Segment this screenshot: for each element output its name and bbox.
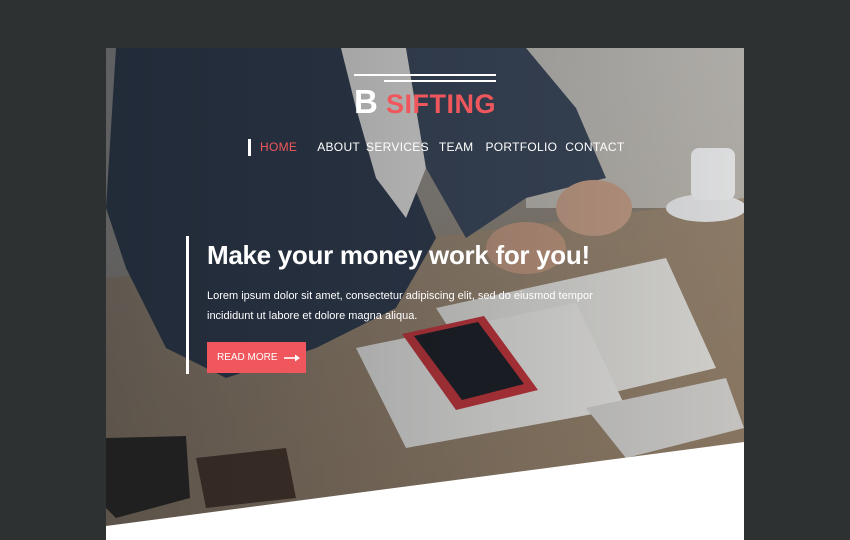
hero-vertical-rule bbox=[186, 236, 189, 374]
read-more-button[interactable]: READ MORE bbox=[207, 342, 306, 373]
logo-wordmark: SIFTING bbox=[386, 89, 496, 119]
main-nav: HOME ABOUT SERVICES TEAM PORTFOLIO CONTA… bbox=[248, 138, 625, 156]
site-logo[interactable]: B SIFTING bbox=[354, 74, 498, 120]
nav-active-marker bbox=[248, 138, 251, 156]
logo-top-bar bbox=[354, 74, 496, 76]
hero-section: B SIFTING HOME ABOUT SERVICES TEAM PORTF… bbox=[106, 48, 744, 540]
nav-item-team[interactable]: TEAM bbox=[439, 140, 474, 154]
logo-letter: B bbox=[354, 83, 378, 120]
logo-second-bar bbox=[384, 80, 496, 82]
read-more-label: READ MORE bbox=[217, 352, 278, 363]
nav-item-services[interactable]: SERVICES bbox=[366, 140, 429, 154]
nav-item-home[interactable]: HOME bbox=[260, 140, 297, 154]
arrow-right-icon bbox=[283, 354, 300, 361]
hero-content: Make your money work for you! Lorem ipsu… bbox=[186, 236, 626, 374]
nav-item-portfolio[interactable]: PORTFOLIO bbox=[485, 140, 557, 154]
page-frame: B SIFTING HOME ABOUT SERVICES TEAM PORTF… bbox=[106, 48, 744, 540]
nav-item-contact[interactable]: CONTACT bbox=[565, 140, 624, 154]
hero-body-text: Lorem ipsum dolor sit amet, consectetur … bbox=[207, 290, 593, 322]
nav-item-about[interactable]: ABOUT bbox=[317, 140, 360, 154]
hero-headline: Make your money work for you! bbox=[207, 240, 590, 270]
